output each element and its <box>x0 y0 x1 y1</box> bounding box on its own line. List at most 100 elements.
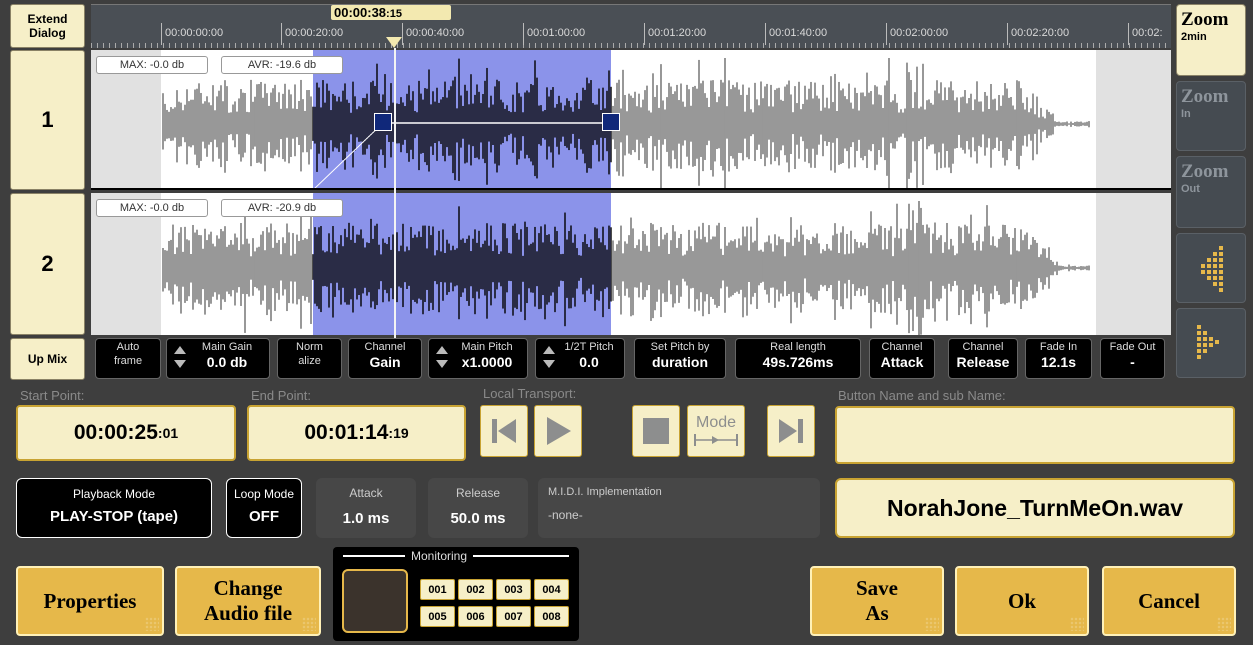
monitor-channel[interactable]: 007 <box>496 606 531 627</box>
file-name-text: NorahJone_TurnMeOn.wav <box>886 494 1184 521</box>
fade-in-button[interactable]: Fade In 12.1s <box>1025 338 1092 379</box>
scroll-right-small-button[interactable] <box>1176 233 1246 303</box>
start-point-main: 00:00:25 <box>73 421 158 444</box>
cancel-button[interactable]: Cancel <box>1102 566 1236 636</box>
midi-value: -none- <box>548 508 583 522</box>
tick-line <box>1128 23 1129 45</box>
set-pitch-by-button[interactable]: Set Pitch by duration <box>634 338 726 379</box>
channel-release-label: Channel <box>962 341 1004 353</box>
attack-field[interactable]: Attack 1.0 ms <box>316 478 416 538</box>
release-field[interactable]: Release 50.0 ms <box>428 478 528 538</box>
monitor-channel[interactable]: 002 <box>458 579 493 600</box>
playhead-time-main: 00:00:38 <box>334 5 387 20</box>
local-transport-label: Local Transport: <box>483 386 577 401</box>
zoom-out-button[interactable]: Zoom Out <box>1176 156 1246 228</box>
up-mix-button[interactable]: Up Mix <box>10 338 85 380</box>
release-value: 50.0 ms <box>450 510 506 527</box>
play-button[interactable] <box>534 405 582 457</box>
end-point-field[interactable]: 00:01:14:19 <box>247 405 466 461</box>
set-pitch-value: duration <box>652 354 708 370</box>
zoom-2min-sub: 2min <box>1181 31 1207 43</box>
monitor-channel[interactable]: 005 <box>420 606 455 627</box>
real-length-value: 49s.726ms <box>762 354 834 370</box>
save-as-label-1: Save <box>856 576 898 600</box>
start-point-label: Start Point: <box>20 388 85 403</box>
monitor-channel[interactable]: 006 <box>458 606 493 627</box>
track-2-waveform[interactable]: MAX: -0.0 db AVR: -20.9 db <box>91 193 1171 335</box>
save-as-button[interactable]: Save As <box>810 566 944 636</box>
loop-range-icon <box>694 434 738 446</box>
skip-forward-icon <box>779 419 803 443</box>
playback-mode-label: Playback Mode <box>72 487 156 501</box>
fade-in-label: Fade In <box>1039 341 1078 353</box>
tick-line <box>523 23 524 45</box>
loop-mode-button[interactable]: Loop Mode OFF <box>226 478 302 538</box>
change-audio-label-1: Change <box>213 576 283 600</box>
playhead-handle[interactable] <box>386 37 402 48</box>
track-2-button[interactable]: 2 <box>10 193 85 335</box>
tick-line <box>644 23 645 45</box>
skip-back-icon <box>492 419 516 443</box>
tick-line <box>402 23 403 45</box>
main-gain-stepper[interactable]: Main Gain 0.0 db <box>166 338 270 379</box>
skip-to-end-button[interactable] <box>767 405 815 457</box>
play-icon <box>547 417 571 445</box>
skip-to-start-button[interactable] <box>480 405 528 457</box>
attack-value: 1.0 ms <box>342 510 390 527</box>
loop-mode-label: Loop Mode <box>233 487 295 501</box>
playhead-line <box>394 48 396 338</box>
channel-attack-button[interactable]: Channel Attack <box>869 338 935 379</box>
normalize-button[interactable]: Norm alize <box>277 338 342 379</box>
playhead-time-frames: :15 <box>386 8 402 20</box>
end-point-main: 00:01:14 <box>304 421 389 444</box>
stepper-arrows-icon <box>543 346 555 368</box>
half-tone-pitch-stepper[interactable]: 1/2T Pitch 0.0 <box>535 338 625 379</box>
extend-dialog-button[interactable]: Extend Dialog <box>10 4 85 48</box>
stepper-arrows-icon <box>174 346 186 368</box>
dotted-arrow-left-icon <box>1201 246 1223 292</box>
fade-out-button[interactable]: Fade Out - <box>1100 338 1165 379</box>
minor-ticks <box>91 43 1171 48</box>
zoom-in-button[interactable]: Zoom In <box>1176 81 1246 151</box>
attack-label: Attack <box>349 486 383 500</box>
start-point-field[interactable]: 00:00:25:01 <box>16 405 236 461</box>
auto-frame-button[interactable]: Auto frame <box>95 338 161 379</box>
midi-implementation-field[interactable]: M.I.D.I. Implementation -none- <box>538 478 820 538</box>
properties-label: Properties <box>43 588 137 613</box>
monitoring-panel: Monitoring 001 002 003 004 005 006 007 0… <box>333 547 579 641</box>
tick-label: 00:01:20:00 <box>648 27 707 39</box>
monitor-channel[interactable]: 008 <box>534 606 569 627</box>
playback-mode-button[interactable]: Playback Mode PLAY-STOP (tape) <box>16 478 212 538</box>
properties-button[interactable]: Properties <box>16 566 164 636</box>
ok-button[interactable]: Ok <box>955 566 1089 636</box>
channel-gain-button[interactable]: Channel Gain <box>348 338 422 379</box>
mode-button[interactable]: Mode <box>687 405 745 457</box>
monitor-channel[interactable]: 004 <box>534 579 569 600</box>
monitor-channel[interactable]: 001 <box>420 579 455 600</box>
monitor-channel[interactable]: 003 <box>496 579 531 600</box>
tick-label: 00:00:40:00 <box>406 27 465 39</box>
monitor-toggle-button[interactable] <box>342 569 408 633</box>
change-audio-label-2: Audio file <box>203 601 293 625</box>
fade-out-value: - <box>1130 354 1135 370</box>
up-mix-label: Up Mix <box>27 352 68 366</box>
cancel-label: Cancel <box>1138 588 1200 613</box>
playback-mode-value: PLAY-STOP (tape) <box>49 508 179 525</box>
button-name-label: Button Name and sub Name: <box>838 388 1006 403</box>
button-name-field[interactable] <box>835 406 1235 464</box>
gain-node-end[interactable] <box>602 113 620 131</box>
channel-release-button[interactable]: Channel Release <box>948 338 1018 379</box>
scroll-right-button[interactable] <box>1176 308 1246 378</box>
zoom-in-title: Zoom <box>1181 86 1229 107</box>
main-pitch-stepper[interactable]: Main Pitch x1.0000 <box>428 338 528 379</box>
stop-button[interactable] <box>632 405 680 457</box>
zoom-2min-button[interactable]: Zoom 2min <box>1176 4 1246 76</box>
track-1-waveform[interactable]: MAX: -0.0 db AVR: -19.6 db <box>91 50 1171 190</box>
track-1-button[interactable]: 1 <box>10 50 85 190</box>
gain-node-start[interactable] <box>374 113 392 131</box>
stepper-arrows-icon <box>436 346 448 368</box>
track-2-label: 2 <box>41 251 54 276</box>
change-audio-file-button[interactable]: Change Audio file <box>175 566 321 636</box>
timeline-ruler[interactable]: 00:00:00:00 00:00:20:00 00:00:40:00 00:0… <box>91 4 1171 48</box>
set-pitch-label: Set Pitch by <box>650 341 710 353</box>
